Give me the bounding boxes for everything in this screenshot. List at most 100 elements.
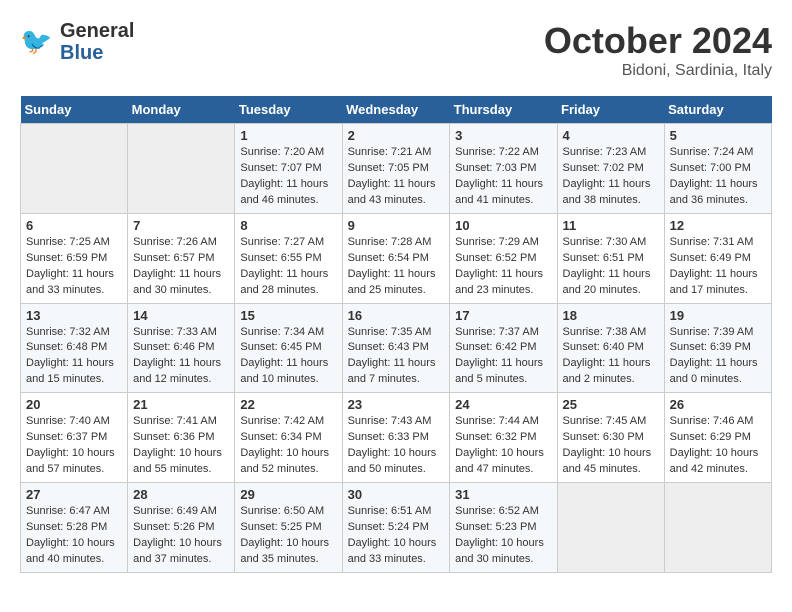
cell-content: Sunrise: 7:32 AM Sunset: 6:48 PM Dayligh…: [26, 325, 122, 389]
header-day-sunday: Sunday: [21, 96, 128, 124]
calendar-cell: 24 Sunrise: 7:44 AM Sunset: 6:32 PM Dayl…: [450, 393, 557, 483]
day-number: 13: [26, 308, 122, 323]
page-header: 🐦 General Blue October 2024 Bidoni, Sard…: [20, 20, 772, 80]
cell-content: Sunrise: 6:50 AM Sunset: 5:25 PM Dayligh…: [240, 504, 336, 568]
daylight: Daylight: 11 hours and 41 minutes.: [455, 178, 543, 206]
cell-content: Sunrise: 6:49 AM Sunset: 5:26 PM Dayligh…: [133, 504, 229, 568]
day-number: 2: [348, 128, 445, 143]
daylight: Daylight: 10 hours and 33 minutes.: [348, 537, 437, 565]
calendar-cell: 23 Sunrise: 7:43 AM Sunset: 6:33 PM Dayl…: [342, 393, 450, 483]
cell-content: Sunrise: 7:37 AM Sunset: 6:42 PM Dayligh…: [455, 325, 551, 389]
sunrise: Sunrise: 7:32 AM: [26, 326, 110, 338]
sunset: Sunset: 7:07 PM: [240, 162, 321, 174]
cell-content: Sunrise: 7:43 AM Sunset: 6:33 PM Dayligh…: [348, 414, 445, 478]
daylight: Daylight: 11 hours and 15 minutes.: [26, 357, 114, 385]
sunset: Sunset: 5:28 PM: [26, 521, 107, 533]
sunrise: Sunrise: 7:29 AM: [455, 236, 539, 248]
sunset: Sunset: 6:39 PM: [670, 341, 751, 353]
cell-content: Sunrise: 7:27 AM Sunset: 6:55 PM Dayligh…: [240, 235, 336, 299]
general-blue-bird-icon: 🐦: [20, 24, 56, 60]
sunrise: Sunrise: 7:42 AM: [240, 415, 324, 427]
day-number: 25: [563, 397, 659, 412]
day-number: 29: [240, 487, 336, 502]
day-number: 20: [26, 397, 122, 412]
day-number: 12: [670, 218, 766, 233]
calendar-cell: 16 Sunrise: 7:35 AM Sunset: 6:43 PM Dayl…: [342, 303, 450, 393]
logo-text: General: [60, 20, 134, 42]
day-number: 31: [455, 487, 551, 502]
week-row-2: 6 Sunrise: 7:25 AM Sunset: 6:59 PM Dayli…: [21, 213, 772, 303]
daylight: Daylight: 10 hours and 47 minutes.: [455, 447, 544, 475]
day-number: 19: [670, 308, 766, 323]
day-number: 23: [348, 397, 445, 412]
day-number: 24: [455, 397, 551, 412]
daylight: Daylight: 11 hours and 28 minutes.: [240, 268, 328, 296]
calendar-cell: 5 Sunrise: 7:24 AM Sunset: 7:00 PM Dayli…: [664, 124, 771, 214]
daylight: Daylight: 10 hours and 57 minutes.: [26, 447, 115, 475]
logo-icon: 🐦: [20, 24, 56, 60]
sunrise: Sunrise: 7:41 AM: [133, 415, 217, 427]
daylight: Daylight: 11 hours and 36 minutes.: [670, 178, 758, 206]
daylight: Daylight: 10 hours and 45 minutes.: [563, 447, 652, 475]
cell-content: Sunrise: 7:39 AM Sunset: 6:39 PM Dayligh…: [670, 325, 766, 389]
calendar-cell: 26 Sunrise: 7:46 AM Sunset: 6:29 PM Dayl…: [664, 393, 771, 483]
calendar-cell: 17 Sunrise: 7:37 AM Sunset: 6:42 PM Dayl…: [450, 303, 557, 393]
logo-blue-text: Blue: [60, 42, 134, 64]
calendar-cell: 11 Sunrise: 7:30 AM Sunset: 6:51 PM Dayl…: [557, 213, 664, 303]
daylight: Daylight: 11 hours and 10 minutes.: [240, 357, 328, 385]
daylight: Daylight: 11 hours and 46 minutes.: [240, 178, 328, 206]
calendar-cell: 3 Sunrise: 7:22 AM Sunset: 7:03 PM Dayli…: [450, 124, 557, 214]
calendar-cell: 15 Sunrise: 7:34 AM Sunset: 6:45 PM Dayl…: [235, 303, 342, 393]
calendar-cell: 28 Sunrise: 6:49 AM Sunset: 5:26 PM Dayl…: [128, 483, 235, 573]
cell-content: Sunrise: 7:45 AM Sunset: 6:30 PM Dayligh…: [563, 414, 659, 478]
day-number: 16: [348, 308, 445, 323]
cell-content: Sunrise: 7:20 AM Sunset: 7:07 PM Dayligh…: [240, 145, 336, 209]
sunrise: Sunrise: 7:26 AM: [133, 236, 217, 248]
daylight: Daylight: 11 hours and 2 minutes.: [563, 357, 651, 385]
sunset: Sunset: 5:24 PM: [348, 521, 429, 533]
header-row: SundayMondayTuesdayWednesdayThursdayFrid…: [21, 96, 772, 124]
sunrise: Sunrise: 7:37 AM: [455, 326, 539, 338]
day-number: 15: [240, 308, 336, 323]
daylight: Daylight: 11 hours and 7 minutes.: [348, 357, 436, 385]
header-day-saturday: Saturday: [664, 96, 771, 124]
sunrise: Sunrise: 7:24 AM: [670, 146, 754, 158]
day-number: 14: [133, 308, 229, 323]
day-number: 3: [455, 128, 551, 143]
calendar-cell: 19 Sunrise: 7:39 AM Sunset: 6:39 PM Dayl…: [664, 303, 771, 393]
cell-content: Sunrise: 7:23 AM Sunset: 7:02 PM Dayligh…: [563, 145, 659, 209]
day-number: 22: [240, 397, 336, 412]
daylight: Daylight: 11 hours and 23 minutes.: [455, 268, 543, 296]
sunrise: Sunrise: 7:27 AM: [240, 236, 324, 248]
daylight: Daylight: 10 hours and 37 minutes.: [133, 537, 222, 565]
cell-content: Sunrise: 7:38 AM Sunset: 6:40 PM Dayligh…: [563, 325, 659, 389]
day-number: 11: [563, 218, 659, 233]
header-day-thursday: Thursday: [450, 96, 557, 124]
day-number: 5: [670, 128, 766, 143]
sunset: Sunset: 6:37 PM: [26, 431, 107, 443]
sunset: Sunset: 6:54 PM: [348, 252, 429, 264]
calendar-cell: 1 Sunrise: 7:20 AM Sunset: 7:07 PM Dayli…: [235, 124, 342, 214]
sunset: Sunset: 6:33 PM: [348, 431, 429, 443]
sunset: Sunset: 6:42 PM: [455, 341, 536, 353]
daylight: Daylight: 11 hours and 12 minutes.: [133, 357, 221, 385]
calendar-cell: 27 Sunrise: 6:47 AM Sunset: 5:28 PM Dayl…: [21, 483, 128, 573]
cell-content: Sunrise: 7:22 AM Sunset: 7:03 PM Dayligh…: [455, 145, 551, 209]
sunrise: Sunrise: 7:46 AM: [670, 415, 754, 427]
day-number: 17: [455, 308, 551, 323]
sunrise: Sunrise: 7:28 AM: [348, 236, 432, 248]
day-number: 18: [563, 308, 659, 323]
header-day-wednesday: Wednesday: [342, 96, 450, 124]
daylight: Daylight: 11 hours and 0 minutes.: [670, 357, 758, 385]
cell-content: Sunrise: 7:25 AM Sunset: 6:59 PM Dayligh…: [26, 235, 122, 299]
day-number: 26: [670, 397, 766, 412]
day-number: 10: [455, 218, 551, 233]
day-number: 6: [26, 218, 122, 233]
daylight: Daylight: 10 hours and 30 minutes.: [455, 537, 544, 565]
cell-content: Sunrise: 7:33 AM Sunset: 6:46 PM Dayligh…: [133, 325, 229, 389]
sunrise: Sunrise: 6:50 AM: [240, 505, 324, 517]
sunrise: Sunrise: 7:35 AM: [348, 326, 432, 338]
daylight: Daylight: 11 hours and 20 minutes.: [563, 268, 651, 296]
day-number: 30: [348, 487, 445, 502]
calendar-cell: 8 Sunrise: 7:27 AM Sunset: 6:55 PM Dayli…: [235, 213, 342, 303]
